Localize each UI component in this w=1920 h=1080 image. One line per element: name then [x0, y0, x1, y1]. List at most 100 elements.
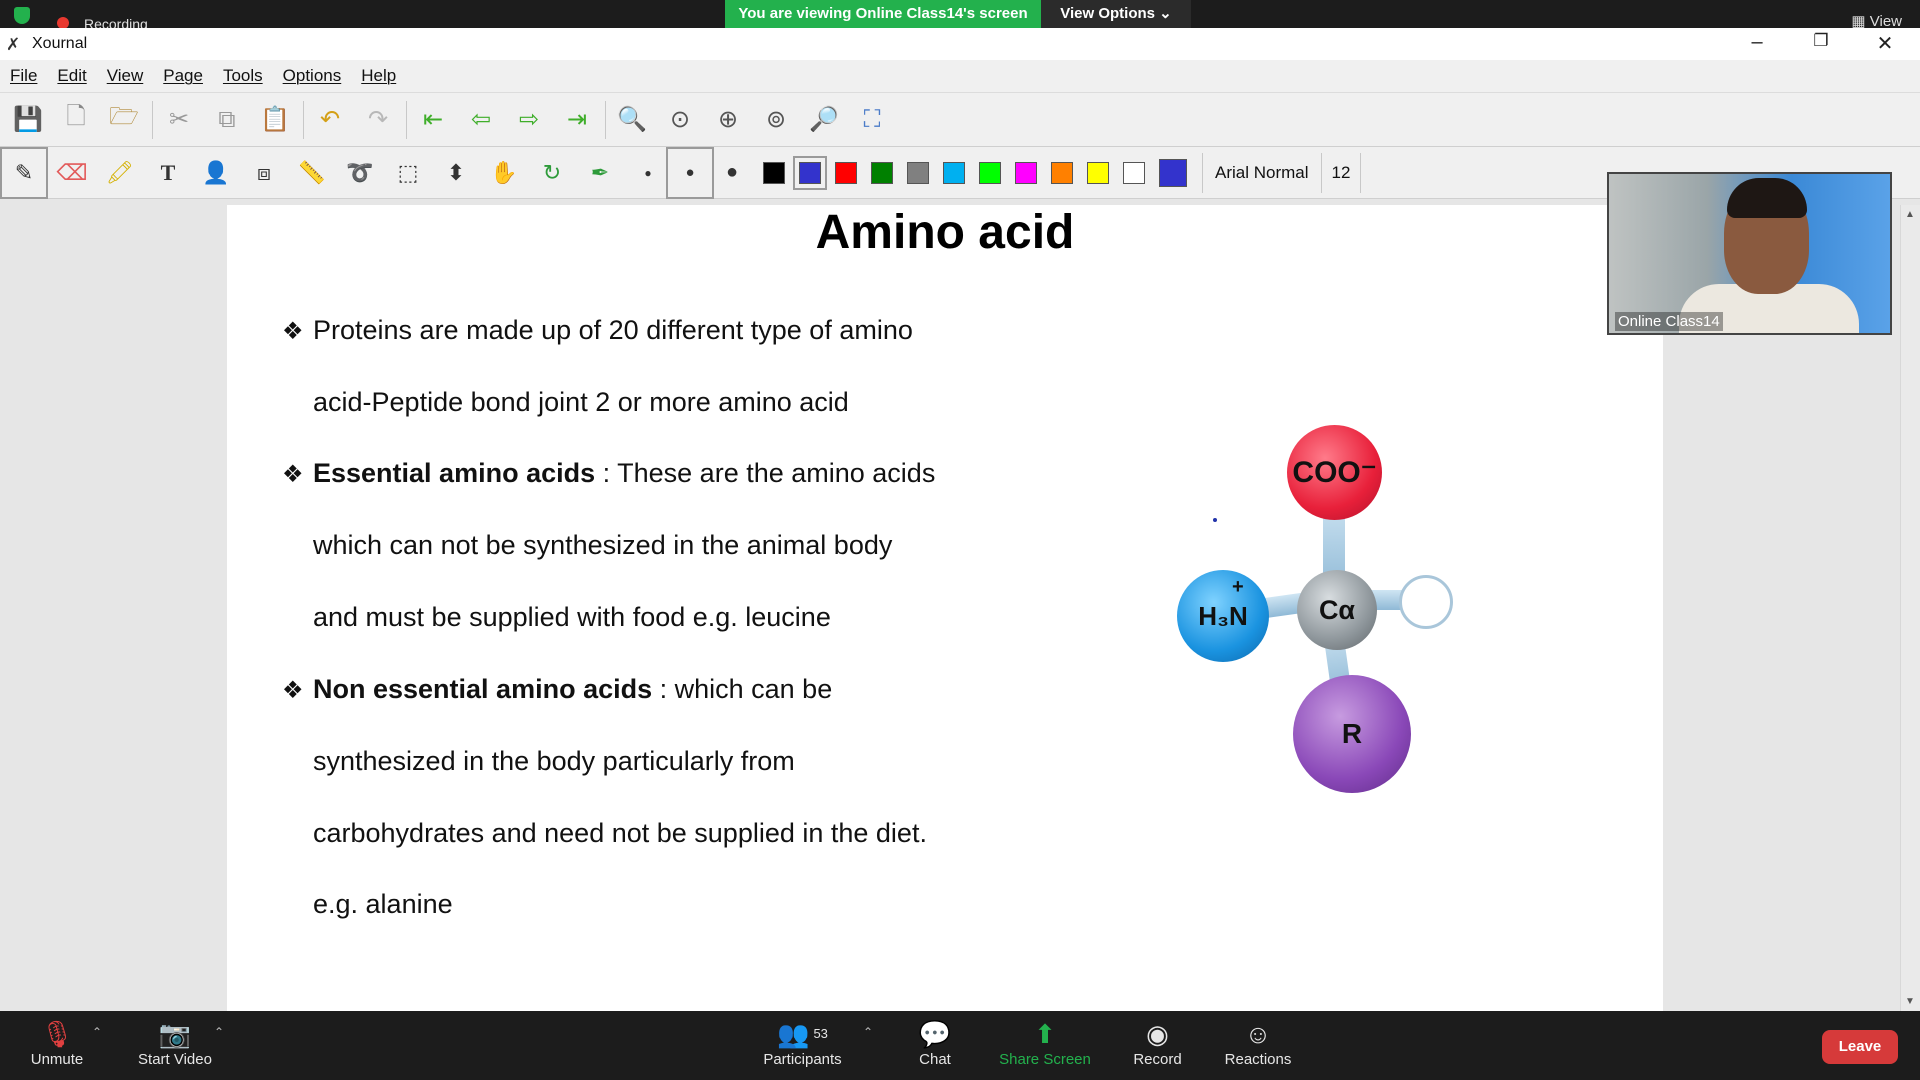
eraser-tool-icon[interactable]: ⌫ — [54, 153, 90, 193]
reactions-button[interactable]: ☺ Reactions — [1218, 1017, 1298, 1068]
color-light-blue[interactable] — [943, 161, 965, 184]
color-red[interactable] — [835, 161, 857, 184]
video-options-caret-icon[interactable]: ⌃ — [214, 1025, 224, 1039]
save-icon[interactable]: 💾 — [8, 100, 48, 140]
new-page-icon[interactable]: 🗋 — [56, 100, 96, 140]
participants-button[interactable]: 👥 53 Participants — [755, 1017, 850, 1068]
carboxyl-atom: COO⁻ — [1287, 425, 1382, 520]
color-magenta[interactable] — [1015, 161, 1037, 184]
shape-recognizer-icon[interactable]: ⧈ — [246, 153, 282, 193]
minimize-button[interactable]: – — [1742, 31, 1772, 54]
menu-options[interactable]: Options — [283, 66, 342, 86]
copy-icon[interactable]: ⧉ — [207, 100, 247, 140]
menu-bar: File Edit View Page Tools Options Help — [0, 60, 1920, 93]
participants-icon: 👥 53 — [777, 1019, 828, 1049]
color-white[interactable] — [1123, 161, 1145, 184]
participants-caret-icon[interactable]: ⌃ — [863, 1025, 873, 1039]
hand-tool-icon[interactable]: ✋ — [486, 153, 522, 193]
color-orange[interactable] — [1051, 161, 1073, 184]
bullet-icon: ❖ — [282, 677, 304, 704]
zoom-out-icon[interactable]: 🔍 — [612, 100, 652, 140]
security-shield-icon[interactable] — [14, 7, 30, 24]
note-page[interactable]: Amino acid ❖ Proteins are made up of 20 … — [227, 205, 1663, 1011]
color-light-green[interactable] — [979, 161, 1001, 184]
close-button[interactable]: ✕ — [1870, 31, 1900, 56]
font-size-selector[interactable]: 12 — [1322, 152, 1362, 193]
text-tool-icon[interactable]: T — [150, 153, 186, 193]
zoom-meeting-controls: 🎙 Unmute ⌃ 📷 Start Video ⌃ 👥 53 Participa… — [0, 1011, 1920, 1080]
thick-line-icon[interactable]: ● — [714, 153, 750, 193]
vertical-scrollbar[interactable]: ▲ ▼ — [1900, 205, 1920, 1011]
participants-count: 53 — [813, 1026, 828, 1041]
paste-icon[interactable]: 📋 — [255, 100, 295, 140]
fullscreen-icon[interactable]: ⛶ — [852, 100, 892, 140]
slide-line-8: carbohydrates and need not be supplied i… — [313, 818, 927, 848]
custom-color-button[interactable] — [1159, 158, 1187, 187]
reactions-label: Reactions — [1224, 1051, 1292, 1068]
ruler-icon[interactable]: 📏 — [294, 153, 330, 193]
slide-line-9: e.g. alanine — [313, 889, 453, 919]
highlighter-tool-icon[interactable]: 🖍 — [102, 153, 138, 193]
menu-edit[interactable]: Edit — [57, 66, 86, 86]
default-pen-icon[interactable]: ✒ — [582, 153, 618, 193]
menu-tools[interactable]: Tools — [223, 66, 263, 86]
scroll-up-icon[interactable]: ▲ — [1905, 209, 1915, 220]
vertical-space-icon[interactable]: ⬍ — [438, 153, 474, 193]
image-tool-icon[interactable]: 👤 — [198, 153, 234, 193]
color-blue[interactable] — [793, 155, 827, 190]
restore-button[interactable]: ❐ — [1806, 31, 1836, 51]
chat-label: Chat — [919, 1051, 951, 1068]
thin-line-icon[interactable]: ● — [630, 153, 666, 193]
next-page-icon[interactable]: ⇨ — [509, 100, 549, 140]
start-video-button[interactable]: 📷 Start Video — [130, 1017, 220, 1068]
unmute-button[interactable]: 🎙 Unmute — [22, 1017, 92, 1068]
zoom-100-icon[interactable]: ⊚ — [756, 100, 796, 140]
last-page-icon[interactable]: ⇥ — [557, 100, 597, 140]
color-black[interactable] — [763, 161, 785, 184]
rect-select-icon[interactable]: ⬚ — [390, 153, 426, 193]
redo-icon[interactable]: ↷ — [358, 100, 398, 140]
audio-options-caret-icon[interactable]: ⌃ — [92, 1025, 102, 1039]
participant-video[interactable]: Online Class14 — [1607, 172, 1892, 335]
font-selector[interactable]: Arial Normal — [1202, 152, 1322, 193]
menu-view[interactable]: View — [107, 66, 144, 86]
pen-tool-icon[interactable]: ✎ — [0, 146, 48, 199]
default-tool-icon[interactable]: ↻ — [534, 153, 570, 193]
slide-line-7: synthesized in the body particularly fro… — [313, 746, 795, 776]
bullet-icon: ❖ — [282, 461, 304, 488]
undo-icon[interactable]: ↶ — [310, 100, 350, 140]
zoom-in-icon[interactable]: ⊕ — [708, 100, 748, 140]
lasso-select-icon[interactable]: ➰ — [342, 153, 378, 193]
video-person-hair — [1727, 178, 1807, 218]
amino-group-atom: H₃N + — [1177, 570, 1269, 662]
medium-line-icon[interactable]: ● — [666, 146, 714, 199]
leave-button[interactable]: Leave — [1822, 1030, 1898, 1064]
zoom-fit-icon[interactable]: ⊙ — [660, 100, 700, 140]
zoom-set-icon[interactable]: 🔎 — [804, 100, 844, 140]
participants-label: Participants — [763, 1051, 842, 1068]
share-screen-button[interactable]: ⬆ Share Screen — [995, 1017, 1095, 1068]
first-page-icon[interactable]: ⇤ — [413, 100, 453, 140]
previous-page-icon[interactable]: ⇦ — [461, 100, 501, 140]
start-video-label: Start Video — [138, 1051, 212, 1068]
menu-page[interactable]: Page — [163, 66, 203, 86]
color-gray[interactable] — [907, 161, 929, 184]
color-yellow[interactable] — [1087, 161, 1109, 184]
menu-file[interactable]: File — [10, 66, 37, 86]
cut-icon[interactable]: ✂ — [159, 100, 199, 140]
scroll-down-icon[interactable]: ▼ — [1905, 996, 1915, 1007]
toolbar-separator — [406, 100, 407, 139]
xournal-app-icon: ✗ — [6, 35, 21, 54]
slide-line-6: Non essential amino acids : which can be — [313, 674, 833, 704]
open-folder-icon[interactable]: 🗁 — [104, 100, 144, 140]
participant-name: Online Class14 — [1615, 312, 1723, 331]
view-options-button[interactable]: View Options ⌄ — [1041, 0, 1191, 28]
chat-button[interactable]: 💬 Chat — [905, 1017, 965, 1068]
color-green[interactable] — [871, 161, 893, 184]
slide-line-1: Proteins are made up of 20 different typ… — [313, 315, 913, 345]
record-button[interactable]: ◉ Record — [1125, 1017, 1190, 1068]
slide-line-5: and must be supplied with food e.g. leuc… — [313, 602, 831, 632]
menu-help[interactable]: Help — [361, 66, 396, 86]
zoom-share-bar: Recording You are viewing Online Class14… — [0, 0, 1920, 32]
amino-group-label: H₃N — [1198, 600, 1248, 631]
